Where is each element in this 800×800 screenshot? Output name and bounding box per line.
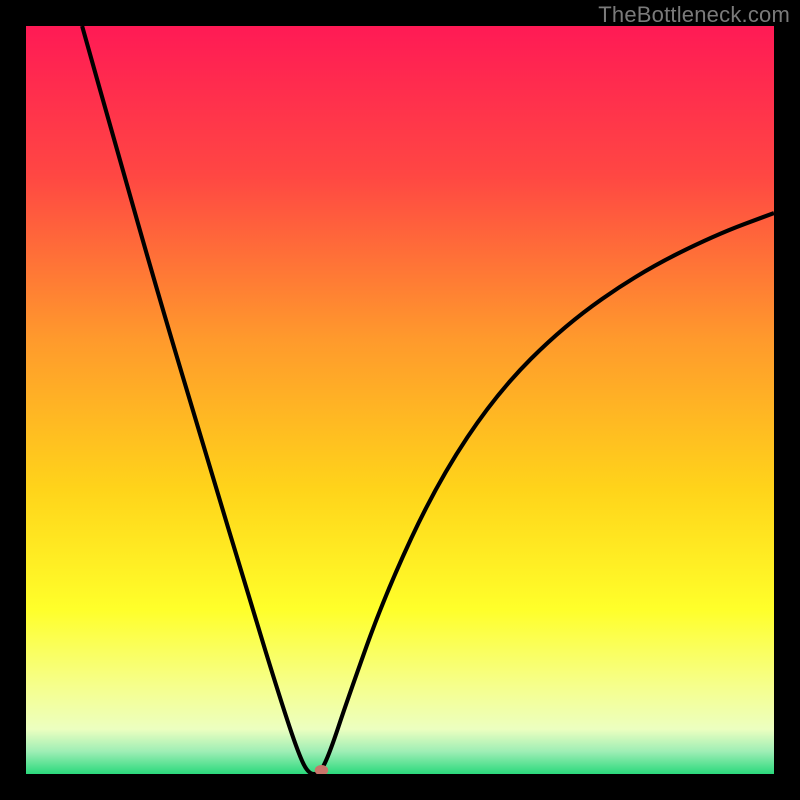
watermark-text: TheBottleneck.com [598, 2, 790, 28]
curve-layer [26, 26, 774, 774]
bottleneck-curve [82, 26, 774, 774]
optimum-marker [315, 765, 328, 774]
plot-area [26, 26, 774, 774]
chart-frame: TheBottleneck.com [0, 0, 800, 800]
